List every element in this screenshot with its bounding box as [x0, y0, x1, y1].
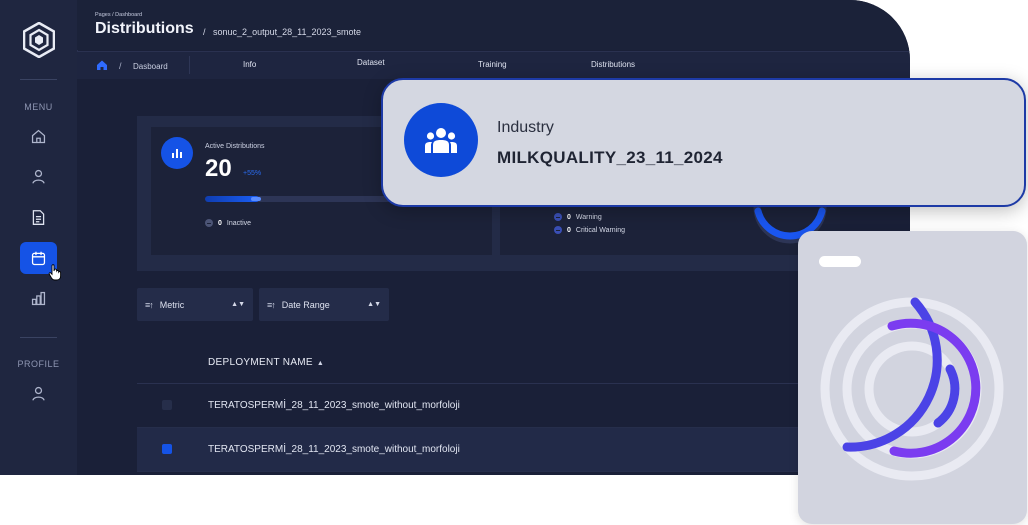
tab-info[interactable]: Info [243, 60, 256, 69]
progress-marker [251, 197, 262, 201]
stats-icon [161, 137, 193, 169]
minus-icon [554, 226, 562, 234]
menu-section-label: MENU [24, 102, 53, 112]
minus-icon [205, 219, 213, 227]
critical-warning-status: 0 Critical Warning [554, 226, 625, 234]
calendar-icon [31, 251, 46, 265]
warning-label: Warning [575, 213, 602, 221]
metric-filter-label: Metric [159, 299, 185, 310]
rings-graphic [820, 297, 1004, 481]
warning-status: 0 Warning [554, 213, 602, 221]
breadcrumb-separator: / [119, 61, 122, 71]
users-group-icon [404, 103, 478, 177]
critical-warning-count: 0 [567, 226, 571, 234]
deployment-name-cell: TERATOSPERMİ_28_11_2023_smote_without_mo… [208, 444, 460, 455]
app-logo[interactable] [23, 22, 55, 58]
breadcrumb: Pages / Dashboard [95, 12, 143, 18]
industry-label: Industry [497, 119, 554, 136]
sort-lines-icon: ≡↑ [145, 299, 154, 310]
delta-badge: +55% [243, 170, 262, 177]
sidebar-divider [20, 79, 57, 80]
app-window: MENU PROFILE Pages / Dashboard Distribut… [0, 0, 910, 475]
tab-bar: / Dasboard Info Dataset Training Distrib… [77, 51, 910, 80]
minus-icon [554, 213, 562, 221]
row-checkbox[interactable] [162, 400, 172, 410]
industry-card: Industry MILKQUALITY_23_11_2024 [381, 78, 1026, 207]
profile-section-label: PROFILE [17, 359, 60, 369]
sort-caret-icon: ▲▼ [231, 301, 245, 308]
breadcrumb-dashboard-link[interactable]: Dasboard [133, 62, 168, 71]
deployment-name-cell: TERATOSPERMİ_28_11_2023_smote_without_mo… [208, 400, 460, 411]
user-icon [32, 169, 45, 184]
device-slot [819, 256, 861, 267]
document-icon [32, 209, 45, 225]
column-header-label: DEPLOYMENT NAME [208, 357, 313, 368]
sort-caret-icon: ▲▼ [367, 301, 381, 308]
device-illustration [798, 231, 1027, 524]
sidebar-divider [20, 337, 57, 338]
active-count: 20 [205, 155, 232, 182]
home-icon [31, 129, 46, 143]
sort-lines-icon: ≡↑ [267, 299, 276, 310]
table-header: DEPLOYMENT NAME ▲ [137, 341, 910, 384]
model-name-text: sonuc_2_output_28_11_2023_smote [213, 27, 361, 37]
home-icon[interactable] [96, 59, 108, 71]
row-checkbox[interactable] [162, 444, 172, 454]
critical-warning-label: Critical Warning [575, 226, 626, 234]
tab-dataset[interactable]: Dataset [357, 58, 385, 67]
inactive-label: Inactive [226, 219, 252, 227]
sidebar-item-home[interactable] [20, 120, 57, 152]
card-label: Active Distributions [205, 143, 265, 150]
inactive-status: 0 Inactive [205, 219, 251, 227]
sidebar-item-analytics[interactable] [20, 282, 57, 314]
inactive-count: 0 [218, 219, 222, 227]
page-title: Distributions [95, 20, 194, 37]
sidebar-item-document[interactable] [20, 201, 57, 233]
tab-training[interactable]: Training [478, 60, 507, 69]
date-range-filter[interactable]: ≡↑ Date Range ▲▼ [259, 288, 389, 321]
sort-icon: ▲ [316, 360, 325, 367]
warning-count: 0 [567, 213, 571, 221]
column-header-deployment-name[interactable]: DEPLOYMENT NAME ▲ [208, 357, 324, 368]
table-row[interactable]: TERATOSPERMİ_28_11_2023_smote_without_mo… [137, 384, 910, 428]
metric-filter[interactable]: ≡↑ Metric ▲▼ [137, 288, 253, 321]
sidebar-item-profile[interactable] [20, 377, 57, 409]
table-row[interactable]: TERATOSPERMİ_28_11_2023_smote_without_mo… [137, 428, 910, 472]
sidebar: MENU PROFILE [0, 0, 78, 475]
cursor-hand-icon [48, 264, 62, 281]
industry-value: MILKQUALITY_23_11_2024 [497, 148, 723, 167]
sidebar-item-user[interactable] [20, 160, 57, 192]
header: Pages / Dashboard Distributions / sonuc_… [77, 0, 910, 50]
tab-divider [189, 56, 190, 74]
date-range-filter-label: Date Range [281, 299, 330, 310]
model-name: / sonuc_2_output_28_11_2023_smote [203, 27, 361, 37]
title-separator: / [203, 27, 206, 37]
tab-distributions[interactable]: Distributions [591, 60, 635, 69]
user-icon [32, 386, 45, 401]
bar-chart-icon [31, 291, 46, 305]
